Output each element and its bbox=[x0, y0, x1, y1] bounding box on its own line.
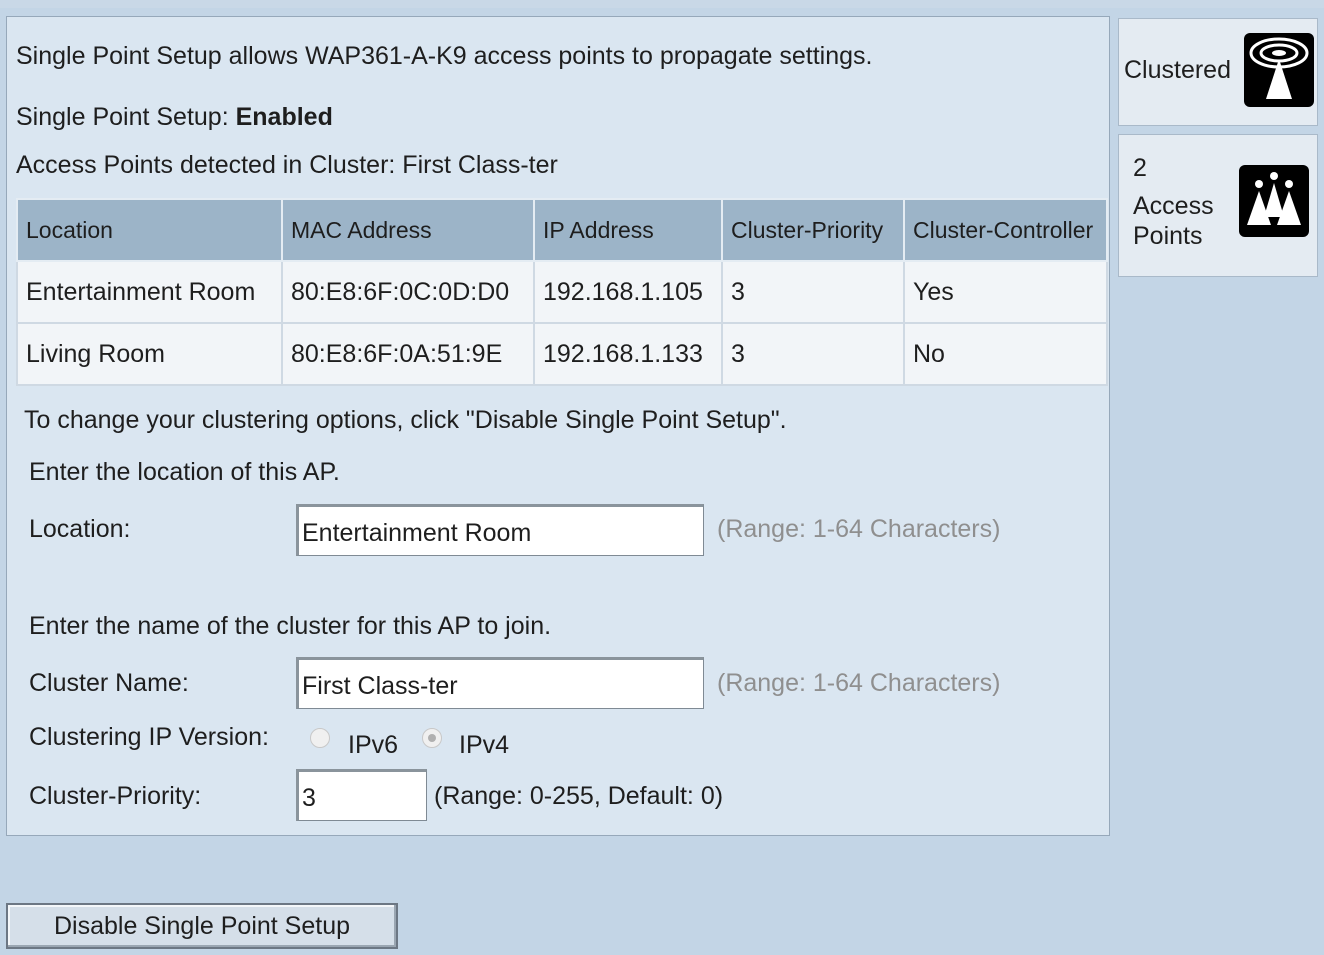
cell-ip: 192.168.1.105 bbox=[533, 260, 723, 324]
col-header-priority: Cluster-Priority bbox=[721, 198, 905, 262]
cluster-name-input[interactable] bbox=[296, 657, 704, 709]
location-input[interactable] bbox=[296, 504, 704, 556]
col-header-ip: IP Address bbox=[533, 198, 723, 262]
ap-count: 2 bbox=[1133, 154, 1147, 182]
cell-controller: Yes bbox=[903, 260, 1108, 324]
col-header-location: Location bbox=[16, 198, 283, 262]
status-value: Enabled bbox=[235, 103, 333, 131]
change-note: To change your clustering options, click… bbox=[24, 406, 787, 434]
cell-priority: 3 bbox=[721, 260, 905, 324]
ap-label-line2: Points bbox=[1133, 222, 1203, 250]
status-line: Single Point Setup: Enabled bbox=[16, 102, 333, 132]
access-points-card: 2 Access Points bbox=[1118, 134, 1318, 277]
ipv6-radio[interactable] bbox=[310, 728, 330, 748]
location-hint: (Range: 1-64 Characters) bbox=[717, 515, 1001, 543]
status-label: Single Point Setup: bbox=[16, 103, 229, 131]
table-header-row: Location MAC Address IP Address Cluster-… bbox=[16, 198, 1108, 262]
location-prompt: Enter the location of this AP. bbox=[29, 458, 340, 486]
cluster-prompt: Enter the name of the cluster for this A… bbox=[29, 612, 552, 640]
priority-hint: (Range: 0-255, Default: 0) bbox=[434, 782, 724, 810]
ipv4-radio[interactable] bbox=[422, 728, 442, 748]
cell-location: Living Room bbox=[16, 322, 283, 386]
cell-location: Entertainment Room bbox=[16, 260, 283, 324]
ipv6-label: IPv6 bbox=[348, 731, 399, 759]
clustered-label: Clustered bbox=[1124, 56, 1231, 84]
clustered-status-card: Clustered bbox=[1118, 18, 1318, 126]
detected-label: Access Points detected in Cluster: First… bbox=[16, 151, 558, 179]
cell-controller: No bbox=[903, 322, 1108, 386]
col-header-controller: Cluster-Controller bbox=[903, 198, 1108, 262]
cluster-name-hint: (Range: 1-64 Characters) bbox=[717, 669, 1001, 697]
cluster-name-label: Cluster Name: bbox=[29, 669, 189, 697]
cell-mac: 80:E8:6F:0C:0D:D0 bbox=[281, 260, 535, 324]
ap-label-line1: Access bbox=[1133, 192, 1214, 220]
access-points-table: Location MAC Address IP Address Cluster-… bbox=[16, 198, 1108, 386]
top-band bbox=[0, 0, 1324, 8]
table-row: Living Room 80:E8:6F:0A:51:9E 192.168.1.… bbox=[16, 322, 1108, 386]
cell-ip: 192.168.1.133 bbox=[533, 322, 723, 386]
access-points-icon bbox=[1239, 165, 1309, 237]
ip-version-label: Clustering IP Version: bbox=[29, 723, 269, 751]
intro-description: Single Point Setup allows WAP361-A-K9 ac… bbox=[16, 42, 873, 70]
col-header-mac: MAC Address bbox=[281, 198, 535, 262]
ipv4-label: IPv4 bbox=[459, 731, 510, 759]
priority-input[interactable] bbox=[296, 769, 427, 821]
priority-label: Cluster-Priority: bbox=[29, 782, 202, 810]
cluster-antenna-icon bbox=[1244, 33, 1314, 107]
location-label: Location: bbox=[29, 515, 131, 543]
table-row: Entertainment Room 80:E8:6F:0C:0D:D0 192… bbox=[16, 260, 1108, 324]
cell-mac: 80:E8:6F:0A:51:9E bbox=[281, 322, 535, 386]
cell-priority: 3 bbox=[721, 322, 905, 386]
disable-single-point-setup-button[interactable]: Disable Single Point Setup bbox=[6, 903, 398, 949]
